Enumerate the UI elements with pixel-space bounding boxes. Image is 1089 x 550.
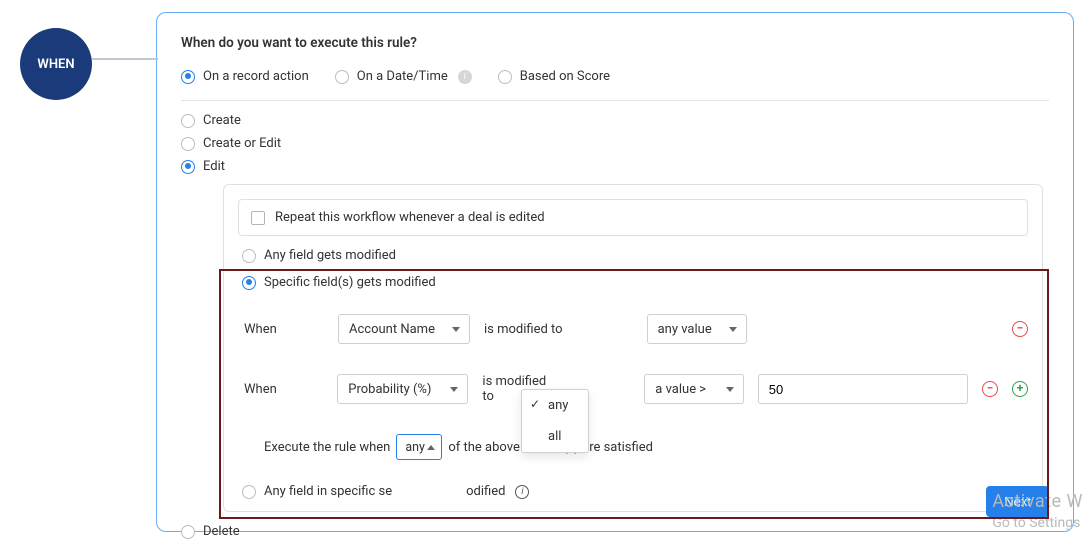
- field-select-2[interactable]: Probability (%): [337, 374, 468, 404]
- dropdown-option-any[interactable]: any: [522, 390, 588, 421]
- exec-match-value: any: [405, 440, 425, 455]
- radio-icon: [181, 70, 195, 84]
- action-type-group: Create Create or Edit Edit: [181, 113, 1049, 174]
- radio-icon: [181, 525, 195, 539]
- radio-icon: [181, 160, 195, 174]
- target-select-value: a value >: [655, 382, 706, 397]
- radio-icon: [181, 114, 195, 128]
- add-row-button[interactable]: +: [1012, 381, 1028, 397]
- radio-label: Edit: [203, 159, 225, 174]
- radio-icon: [242, 276, 256, 290]
- criteria-row-2: When Probability (%) is modified to a va…: [244, 374, 1028, 404]
- when-panel: When do you want to execute this rule? O…: [156, 12, 1074, 532]
- radio-icon: [242, 485, 256, 499]
- scope-specific-fields[interactable]: Specific field(s) gets modified: [242, 275, 1028, 290]
- trigger-datetime[interactable]: On a Date/Time i: [335, 69, 472, 84]
- dropdown-option-all[interactable]: all: [522, 421, 588, 452]
- info-icon: i: [458, 70, 472, 84]
- edit-options-panel: Repeat this workflow whenever a deal is …: [223, 184, 1043, 512]
- exec-match-select[interactable]: any: [396, 434, 442, 460]
- scope-any-field[interactable]: Any field gets modified: [242, 248, 1028, 263]
- radio-label: On a Date/Time: [357, 69, 448, 84]
- trigger-record-action[interactable]: On a record action: [181, 69, 309, 84]
- criteria-when-label: When: [244, 322, 324, 337]
- checkbox-icon: [251, 211, 265, 225]
- trigger-score[interactable]: Based on Score: [498, 69, 610, 84]
- radio-label: Create or Edit: [203, 136, 281, 151]
- action-create-or-edit[interactable]: Create or Edit: [181, 136, 1049, 151]
- radio-icon: [181, 137, 195, 151]
- when-circle-label: WHEN: [37, 57, 74, 72]
- modified-to-label: is modified to: [484, 322, 563, 337]
- criteria-when-label: When: [244, 382, 323, 397]
- execute-rule-row: Execute the rule when any of the above c…: [264, 434, 1028, 460]
- delete-option-group: Delete: [181, 524, 1049, 539]
- field-select-value: Account Name: [349, 322, 435, 337]
- exec-prefix: Execute the rule when: [264, 440, 390, 455]
- radio-label: Any field gets modified: [264, 248, 396, 263]
- exec-match-dropdown: any all: [521, 389, 589, 453]
- action-create[interactable]: Create: [181, 113, 1049, 128]
- page-heading: When do you want to execute this rule?: [181, 35, 1049, 51]
- action-edit[interactable]: Edit: [181, 159, 1049, 174]
- radio-label: On a record action: [203, 69, 309, 84]
- radio-icon: [335, 70, 349, 84]
- remove-row-button[interactable]: −: [982, 381, 998, 397]
- radio-icon: [498, 70, 512, 84]
- next-button-label: Next: [1004, 494, 1031, 509]
- radio-label-partial: Any field in specific seodified: [264, 484, 505, 499]
- when-step-circle: WHEN: [20, 28, 92, 100]
- radio-icon: [242, 249, 256, 263]
- repeat-workflow-checkbox-row[interactable]: Repeat this workflow whenever a deal is …: [238, 199, 1028, 236]
- radio-label: Delete: [203, 524, 240, 539]
- target-select-1[interactable]: any value: [647, 314, 747, 344]
- divider: [181, 100, 1049, 101]
- trigger-type-group: On a record action On a Date/Time i Base…: [181, 69, 1049, 88]
- field-select-1[interactable]: Account Name: [338, 314, 470, 344]
- radio-label: Specific field(s) gets modified: [264, 275, 436, 290]
- next-button[interactable]: Next: [986, 486, 1049, 517]
- modification-scope-group: Any field gets modified Specific field(s…: [242, 248, 1028, 511]
- remove-row-button[interactable]: −: [1012, 321, 1028, 337]
- criteria-row-1: When Account Name is modified to any val…: [244, 314, 1028, 344]
- checkbox-label: Repeat this workflow whenever a deal is …: [275, 210, 545, 225]
- connector-line: [92, 58, 158, 60]
- info-icon: i: [515, 485, 529, 499]
- target-select-2[interactable]: a value >: [644, 374, 743, 404]
- radio-label: Based on Score: [520, 69, 610, 84]
- radio-label: Create: [203, 113, 241, 128]
- target-select-value: any value: [658, 322, 712, 337]
- scope-any-in-section[interactable]: Any field in specific seodified i: [242, 484, 1028, 499]
- action-delete[interactable]: Delete: [181, 524, 1049, 539]
- field-select-value: Probability (%): [348, 382, 431, 397]
- value-input-2[interactable]: [758, 374, 968, 404]
